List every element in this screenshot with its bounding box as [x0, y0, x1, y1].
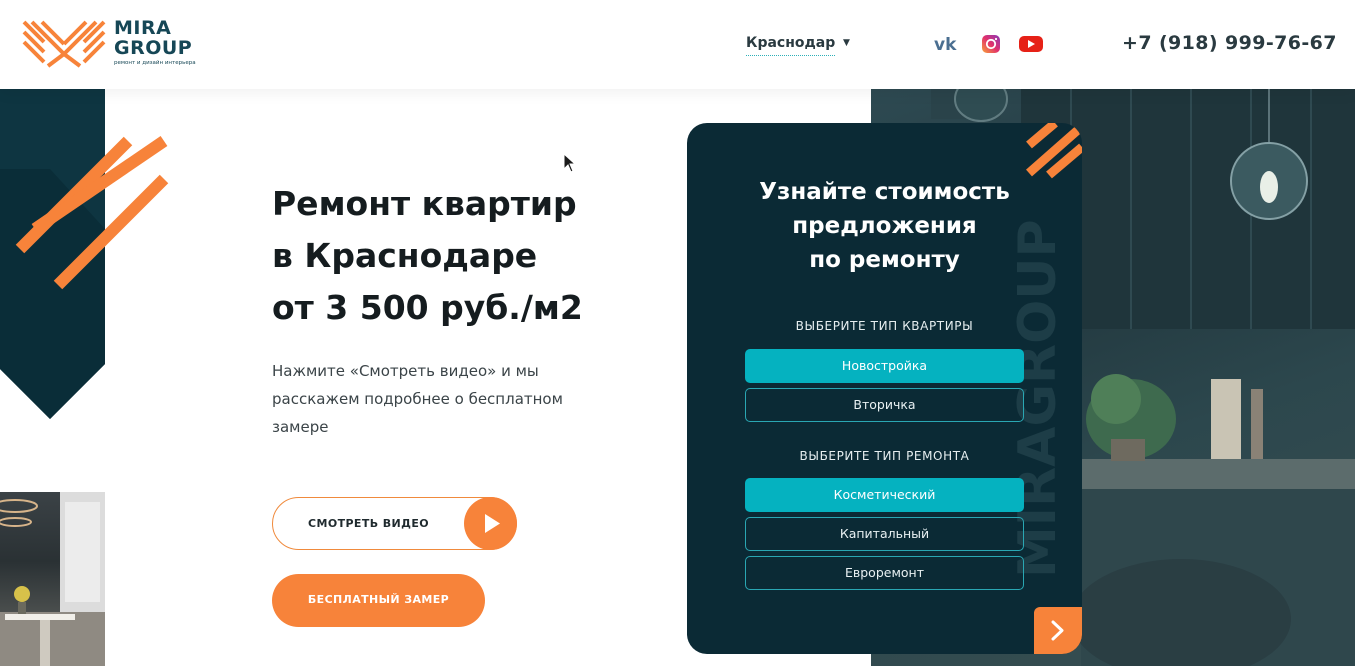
next-button[interactable] [1034, 607, 1082, 654]
option-capital[interactable]: Капитальный [745, 517, 1024, 551]
option-euro[interactable]: Евроремонт [745, 556, 1024, 590]
quiz-title-line: по ремонту [809, 247, 960, 273]
logo-name-line1: MIRA [114, 17, 172, 39]
logo-tagline: ремонт и дизайн интерьера [114, 60, 196, 66]
hero-title-line: от 3 500 руб./м2 [272, 288, 583, 327]
decorative-ribbon [0, 89, 169, 419]
quiz-title: Узнайте стоимость предложения по ремонту [687, 175, 1082, 277]
watch-video-label: СМОТРЕТЬ ВИДЕО [308, 517, 430, 530]
play-icon[interactable] [464, 497, 517, 550]
quiz-card: MIRAGROUP Узнайте стоимость предложения … [687, 123, 1082, 654]
quiz-title-line: предложения [792, 213, 977, 239]
svg-text:vk: vk [934, 35, 957, 55]
repair-type-label: ВЫБЕРИТЕ ТИП РЕМОНТА [799, 449, 970, 463]
mouse-cursor-icon [563, 153, 577, 173]
interior-illustration [0, 492, 105, 666]
hero-title-line: в Краснодаре [272, 236, 538, 275]
apartment-type-label: ВЫБЕРИТЕ ТИП КВАРТИРЫ [795, 319, 974, 333]
free-measurement-label: БЕСПЛАТНЫЙ ЗАМЕР [307, 593, 450, 606]
vk-icon[interactable]: vk [934, 33, 960, 55]
free-measurement-button[interactable]: БЕСПЛАТНЫЙ ЗАМЕР [272, 574, 485, 627]
option-new-building[interactable]: Новостройка [745, 349, 1024, 383]
site-header: MIRA GROUP ремонт и дизайн интерьера Кра… [0, 0, 1355, 89]
logo-mark-icon [22, 20, 106, 68]
phone-number[interactable]: +7 (918) 999-76-67 [1122, 32, 1337, 54]
instagram-icon[interactable] [979, 33, 1005, 55]
option-secondary[interactable]: Вторичка [745, 388, 1024, 422]
watch-video-button[interactable]: СМОТРЕТЬ ВИДЕО [272, 497, 517, 550]
logo-text: MIRA GROUP ремонт и дизайн интерьера [114, 18, 196, 66]
logo[interactable]: MIRA GROUP ремонт и дизайн интерьера [22, 18, 202, 70]
hero-title: Ремонт квартир в Краснодаре от 3 500 руб… [272, 178, 682, 334]
hero-title-line: Ремонт квартир [272, 184, 577, 223]
hero-description: Нажмите «Смотреть видео» и мы расскажем … [272, 362, 563, 436]
quiz-title-line: Узнайте стоимость [759, 179, 1010, 205]
chevron-right-icon [1051, 620, 1064, 641]
logo-name-line2: GROUP [114, 37, 193, 59]
option-cosmetic[interactable]: Косметический [745, 478, 1024, 512]
chevron-down-icon[interactable]: ▼ [843, 38, 850, 48]
youtube-icon[interactable] [1018, 33, 1044, 55]
play-glyph [485, 514, 500, 533]
interior-photo-left [0, 492, 105, 666]
city-selector[interactable]: Краснодар [746, 35, 836, 56]
